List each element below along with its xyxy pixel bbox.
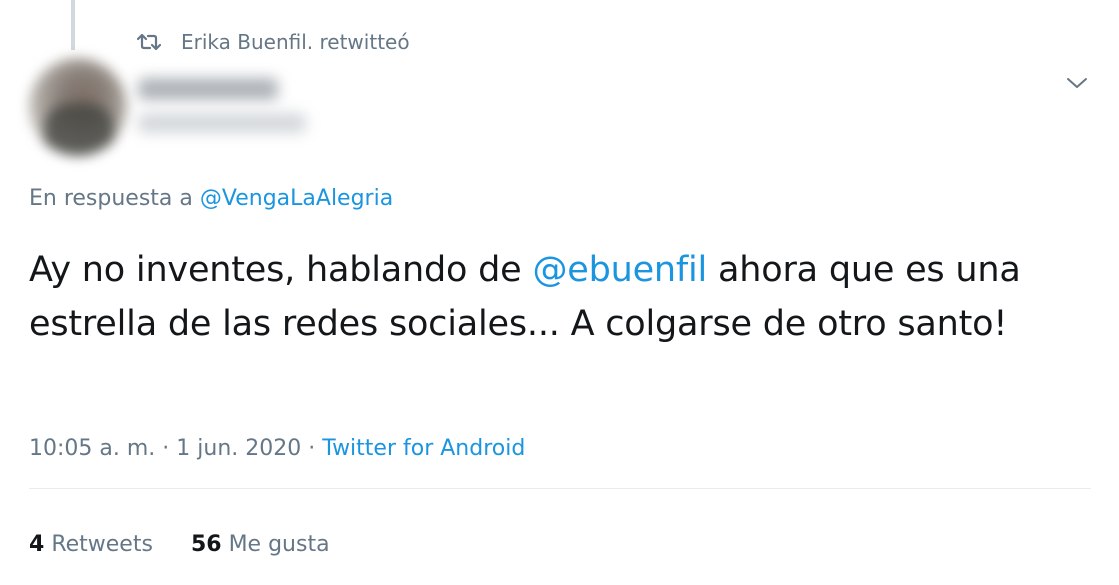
- reply-prefix: En respuesta a: [29, 186, 193, 211]
- divider: [29, 488, 1091, 489]
- avatar-shade: [44, 103, 114, 156]
- likes-count: 56: [190, 532, 222, 557]
- tweet-time[interactable]: 10:05 a. m.: [29, 436, 155, 461]
- retweet-context-label: Erika Buenfil. retwitteó: [181, 30, 410, 54]
- tweet-stats: 4 Retweets 56 Me gusta: [29, 532, 368, 557]
- author-handle-blurred[interactable]: [138, 113, 306, 133]
- retweet-context: Erika Buenfil. retwitteó: [137, 28, 410, 56]
- avatar[interactable]: [29, 58, 127, 156]
- likes-label: Me gusta: [228, 532, 330, 557]
- thread-line: [71, 0, 75, 50]
- tweet-menu-button[interactable]: [1064, 72, 1090, 96]
- mention-link[interactable]: @ebuenfil: [532, 250, 707, 290]
- chevron-down-icon: [1066, 75, 1088, 94]
- tweet-date[interactable]: 1 jun. 2020: [176, 436, 301, 461]
- tweet-text-before: Ay no inventes, hablando de: [29, 250, 522, 290]
- meta-separator: ·: [162, 436, 170, 461]
- reply-context: En respuesta a @VengaLaAlegria: [29, 186, 393, 211]
- author-name-blurred[interactable]: [138, 78, 278, 100]
- likes-stat[interactable]: 56 Me gusta: [191, 532, 330, 557]
- retweets-label: Retweets: [51, 532, 153, 557]
- reply-handle-link[interactable]: @VengaLaAlegria: [200, 186, 393, 211]
- tweet-meta: 10:05 a. m. · 1 jun. 2020 · Twitter for …: [29, 436, 525, 461]
- tweet-source-link[interactable]: Twitter for Android: [322, 436, 525, 461]
- meta-separator-2: ·: [308, 436, 316, 461]
- retweets-count: 4: [29, 532, 45, 557]
- retweets-stat[interactable]: 4 Retweets: [29, 532, 153, 557]
- retweet-icon: [137, 31, 165, 53]
- tweet-text: Ay no inventes, hablando de @ebuenfil ah…: [29, 243, 1089, 351]
